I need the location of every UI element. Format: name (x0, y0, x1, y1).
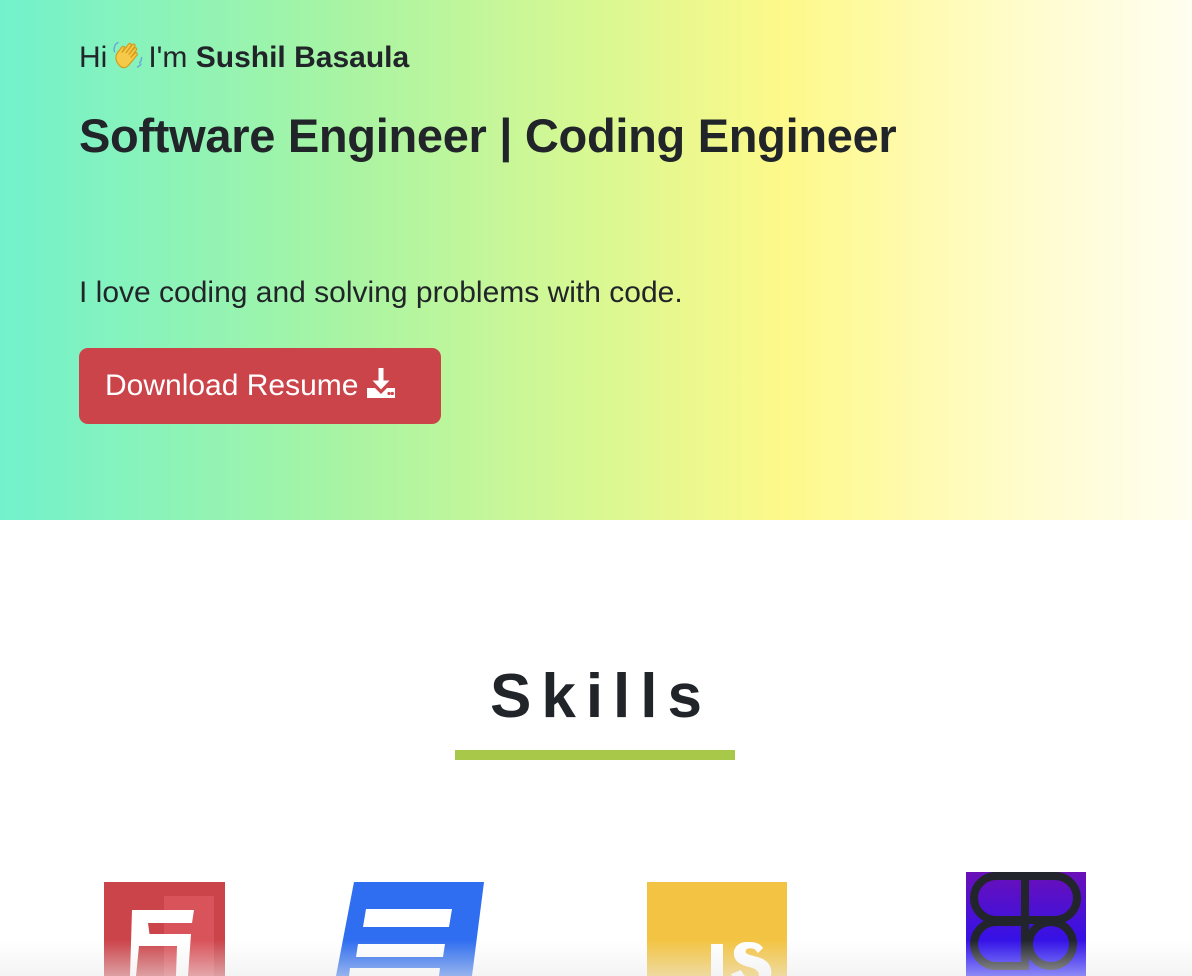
skills-underline (455, 750, 735, 760)
hero-title: Software Engineer | Coding Engineer (79, 109, 897, 162)
download-resume-button[interactable]: Download Resume (79, 348, 441, 424)
figma-logo (966, 872, 1086, 976)
download-button-label: Download Resume (105, 369, 359, 402)
greeting-im: I'm (148, 41, 188, 74)
waving-hand-icon (111, 39, 145, 73)
hero-section: Hi I'm Sushil Basaula Software Engineer … (0, 0, 1192, 520)
hero-greeting: Hi I'm Sushil Basaula (79, 38, 409, 78)
download-icon (364, 353, 398, 398)
javascript-logo (647, 882, 787, 976)
greeting-hi: Hi (79, 41, 108, 74)
hero-name: Sushil Basaula (195, 41, 410, 74)
hero-tagline: I love coding and solving problems with … (79, 276, 683, 309)
html5-logo (104, 882, 225, 976)
skills-heading: Skills (490, 662, 712, 731)
css3-logo (336, 882, 484, 976)
